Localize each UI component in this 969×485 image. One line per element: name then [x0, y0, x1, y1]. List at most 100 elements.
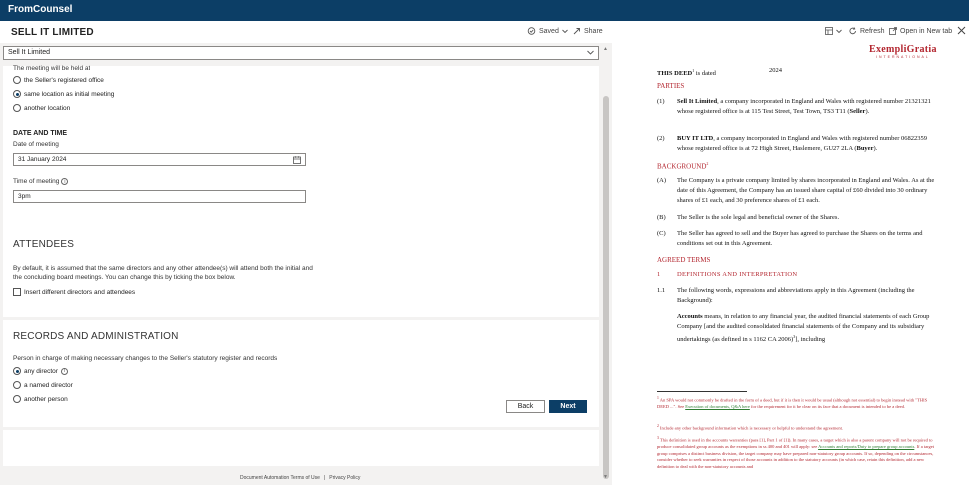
scroll-up-icon[interactable]: ▲ — [603, 46, 608, 52]
location-option-registered-office[interactable]: the Seller's registered office — [13, 76, 104, 84]
party-num: (2) — [657, 135, 665, 142]
clause-1-num: 1 — [657, 271, 661, 278]
background-num: (C) — [657, 230, 666, 237]
background-heading: BACKGROUND2 — [657, 159, 708, 171]
deed-mid: is dated — [694, 70, 716, 78]
records-heading: RECORDS AND ADMINISTRATION — [13, 331, 179, 342]
open-new-tab-icon — [889, 27, 897, 35]
info-icon[interactable]: i — [61, 178, 69, 185]
app-topbar: FromCounsel — [0, 0, 969, 21]
chevron-down-icon — [836, 29, 842, 33]
info-icon[interactable]: i — [60, 367, 68, 375]
page-title: SELL IT LIMITED — [11, 27, 94, 38]
party-end: ). — [865, 108, 870, 115]
share-button[interactable]: Share — [573, 27, 603, 35]
background-item-text: The Company is a private company limited… — [677, 177, 935, 204]
party-role: Buyer — [856, 145, 874, 152]
deed-year: 2024 — [769, 67, 782, 74]
refresh-button[interactable]: Refresh — [849, 27, 885, 35]
party-end: ). — [873, 145, 878, 152]
layout-icon — [825, 27, 833, 35]
logo-sub: INTERNATIONAL — [876, 55, 930, 59]
records-option-any-director[interactable]: any director i — [13, 367, 68, 375]
date-field[interactable]: 31 January 2024 — [13, 153, 306, 166]
scrollbar[interactable]: ▲ ▼ — [602, 46, 610, 481]
attendees-text: By default, it is assumed that the same … — [13, 265, 313, 281]
calendar-icon[interactable] — [293, 156, 301, 164]
questionnaire-pane: Sell It Limited The meeting will be held… — [0, 43, 612, 485]
footnote-link[interactable]: Execution of documents, Q&A here — [685, 404, 750, 409]
open-new-tab-button[interactable]: Open in New tab — [889, 27, 952, 35]
party-role: Seller — [849, 108, 866, 115]
location-option-label: the Seller's registered office — [24, 76, 104, 84]
radio[interactable] — [13, 395, 21, 403]
records-option-named-director[interactable]: a named director — [13, 381, 73, 389]
radio[interactable] — [13, 367, 21, 375]
scroll-down-icon[interactable]: ▼ — [603, 474, 608, 480]
refresh-label: Refresh — [860, 27, 885, 35]
radio[interactable] — [13, 90, 21, 98]
records-option-label: a named director — [24, 381, 73, 389]
time-field[interactable]: 3pm — [13, 190, 306, 203]
scrollbar-thumb[interactable] — [603, 96, 609, 479]
time-label: Time of meeting — [13, 178, 60, 185]
open-new-tab-label: Open in New tab — [900, 27, 953, 35]
close-icon[interactable] — [957, 26, 966, 35]
date-value: 31 January 2024 — [18, 156, 67, 163]
layout-button[interactable] — [825, 27, 842, 35]
radio[interactable] — [13, 104, 21, 112]
saved-button[interactable]: Saved — [527, 27, 568, 35]
attendees-card: ATTENDEES By default, it is assumed that… — [3, 229, 599, 317]
time-label-row: Time of meeting i — [13, 178, 69, 185]
accounts-end: ], including — [795, 336, 826, 344]
party-num: (1) — [657, 98, 665, 105]
privacy-link[interactable]: Privacy Policy — [329, 475, 360, 481]
footer-separator: | — [323, 475, 326, 481]
location-option-same-location[interactable]: same location as initial meeting — [13, 90, 114, 98]
deed-label: THIS DEED — [657, 70, 693, 78]
footnote-2: 2 Include any other background informati… — [657, 423, 940, 432]
location-option-another[interactable]: another location — [13, 104, 70, 112]
clause-11-text: The following words, expressions and abb… — [677, 287, 915, 304]
clause-11-num: 1.1 — [657, 287, 666, 294]
logo-main: ExempliGratia — [869, 44, 937, 55]
records-label: Person in charge of making necessary cha… — [13, 355, 278, 362]
time-value: 3pm — [18, 193, 31, 200]
share-label: Share — [584, 27, 603, 35]
attendees-checkbox[interactable] — [13, 288, 21, 296]
company-select[interactable]: Sell It Limited — [3, 46, 599, 60]
records-option-another-person[interactable]: another person — [13, 395, 68, 403]
deed-line: THIS DEED1 is dated — [657, 66, 716, 79]
attendees-heading: ATTENDEES — [13, 239, 75, 250]
background-item-text: The Seller is the sole legal and benefic… — [677, 214, 840, 221]
document-preview: ExempliGratia INTERNATIONAL THIS DEED1 i… — [612, 43, 969, 485]
footnote-divider — [657, 391, 747, 392]
accounts-definition: Accounts means, in relation to any finan… — [677, 312, 942, 345]
saved-label: Saved — [539, 27, 559, 35]
footnote-link[interactable]: Accounts and reports/Duty to prepare gro… — [818, 444, 914, 449]
attendees-checkbox-row[interactable]: Insert different directors and attendees — [13, 288, 135, 296]
terms-link[interactable]: Document Automation Terms of Use — [240, 475, 320, 481]
navigation-card — [3, 430, 599, 466]
background-num: (A) — [657, 177, 667, 184]
party-2-text: BUY IT LTD, a company incorporated in En… — [677, 134, 942, 154]
save-cloud-icon — [527, 27, 536, 35]
share-icon — [573, 28, 580, 35]
next-button[interactable]: Next — [549, 400, 587, 413]
chevron-down-icon — [562, 29, 568, 33]
app-brand: FromCounsel — [8, 4, 73, 15]
records-option-label: any director — [24, 367, 58, 375]
background-num: (B) — [657, 214, 666, 221]
location-option-label: same location as initial meeting — [24, 90, 115, 98]
agreed-terms-heading: AGREED TERMS — [657, 256, 711, 264]
accounts-term: Accounts — [677, 313, 703, 320]
background-sup: 2 — [706, 161, 709, 166]
party-1-text: Sell It Limited, a company incorporated … — [677, 97, 942, 117]
radio[interactable] — [13, 76, 21, 84]
background-heading-text: BACKGROUND — [657, 162, 707, 171]
records-option-label: another person — [24, 395, 68, 403]
date-label: Date of meeting — [13, 141, 59, 148]
radio[interactable] — [13, 381, 21, 389]
back-button[interactable]: Back — [506, 400, 545, 413]
background-item-text: The Seller has agreed to sell and the Bu… — [677, 230, 923, 247]
